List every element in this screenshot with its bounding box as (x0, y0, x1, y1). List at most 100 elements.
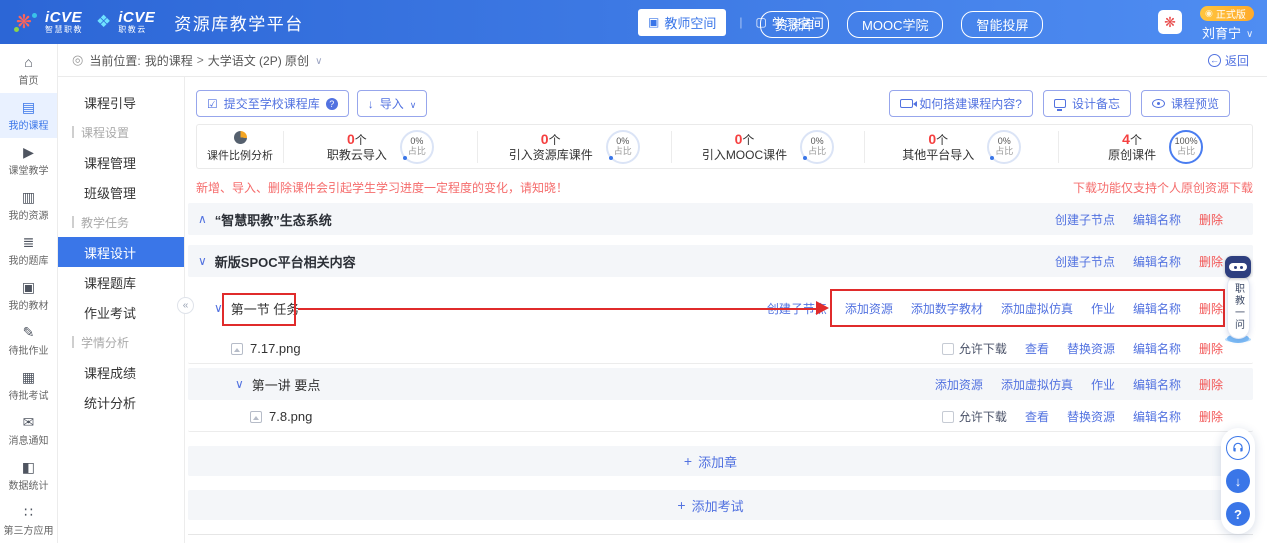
menu-item-class-management[interactable]: 班级管理 (58, 177, 184, 207)
home-icon: ⌂ (24, 55, 32, 69)
how-to-build-content-button[interactable]: 如何搭建课程内容? (889, 90, 1033, 117)
chevron-down-icon[interactable]: ∨ (214, 301, 223, 315)
back-arrow-icon (1208, 54, 1221, 67)
customer-service-button[interactable] (1226, 436, 1250, 460)
chevron-down-icon[interactable]: ∨ (198, 254, 207, 268)
delete-link[interactable]: 删除 (1199, 376, 1223, 393)
sidebar-item-my-textbooks[interactable]: ▣ 我的教材 (0, 273, 57, 318)
allow-download-checkbox[interactable]: 允许下载 (942, 408, 1007, 425)
create-child-node-link[interactable]: 创建子节点 (1055, 211, 1115, 228)
delete-link[interactable]: 删除 (1199, 300, 1223, 317)
course-preview-button[interactable]: 课程预览 (1141, 90, 1230, 117)
main-content: 提交至学校课程库 导入 如何搭建课程内容? 设计备忘 课程预览 课件比例分析 (185, 77, 1267, 543)
view-link[interactable]: 查看 (1025, 408, 1049, 425)
allow-download-checkbox[interactable]: 允许下载 (942, 340, 1007, 357)
notice-right: 下载功能仅支持个人原创资源下载 (1073, 179, 1253, 196)
row-actions: 创建子节点 添加资源 添加数字教材 添加虚拟仿真 作业 编辑名称 删除 (767, 300, 1223, 317)
sidebar-item-my-courses[interactable]: ▤ 我的课程 (0, 93, 57, 138)
zhijiao-yiwen-widget[interactable]: 职教一问 (1222, 256, 1254, 343)
delete-link[interactable]: 删除 (1199, 408, 1223, 425)
add-chapter-row[interactable]: + 添加章 (188, 446, 1253, 476)
menu-item-statistical-analysis[interactable]: 统计分析 (58, 387, 184, 417)
icve-zhihuizhijiao-brand: iCVE 智慧职教 (45, 10, 83, 34)
menu-group-teaching-tasks: 教学任务 (58, 207, 184, 237)
breadcrumb-my-courses[interactable]: 我的课程 (145, 52, 193, 69)
resource-row-717: 7.17.png 允许下载 查看 替换资源 编辑名称 删除 (188, 334, 1253, 364)
image-file-icon (231, 343, 243, 355)
sidebar-item-third-party-apps[interactable]: ∷ 第三方应用 (0, 498, 57, 543)
courseware-ratio-analysis: 课件比例分析 (197, 131, 283, 163)
chart-icon: ◧ (22, 460, 35, 474)
sidebar-item-classroom-teaching[interactable]: ▶ 课堂教学 (0, 138, 57, 183)
chevron-down-icon[interactable] (315, 53, 322, 67)
nav-teacher-space[interactable]: ▣ 教师空间 (638, 9, 726, 36)
edit-name-link[interactable]: 编辑名称 (1133, 340, 1181, 357)
add-resource-link[interactable]: 添加资源 (845, 300, 893, 317)
logo-area: iCVE 智慧职教 ❖ iCVE 职教云 资源库教学平台 (0, 10, 304, 35)
create-child-node-link[interactable]: 创建子节点 (1055, 253, 1115, 270)
stat-other-platform-import: 0个 其他平台导入 0% 占比 (865, 130, 1058, 164)
menu-item-course-guide[interactable]: 课程引导 (58, 87, 184, 117)
breadcrumb-current-course[interactable]: 大学语文 (2P) 原创 (208, 52, 309, 69)
delete-link[interactable]: 删除 (1199, 211, 1223, 228)
sidebar-collapse-handle[interactable]: « (177, 297, 194, 314)
edit-name-link[interactable]: 编辑名称 (1133, 253, 1181, 270)
user-menu[interactable]: 刘育宁 (1202, 23, 1253, 42)
help-circle-icon[interactable] (326, 98, 338, 110)
sidebar-item-pending-homework[interactable]: ✎ 待批作业 (0, 318, 57, 363)
teacher-space-icon: ▣ (648, 16, 659, 28)
add-resource-link[interactable]: 添加资源 (935, 376, 983, 393)
menu-item-course-question-bank[interactable]: 课程题库 (58, 267, 184, 297)
menu-item-homework-exam[interactable]: 作业考试 (58, 297, 184, 327)
chapter-title[interactable]: 新版SPOC平台相关内容 (215, 252, 356, 271)
edit-name-link[interactable]: 编辑名称 (1133, 408, 1181, 425)
sidebar-item-my-resources[interactable]: ▥ 我的资源 (0, 183, 57, 228)
submit-to-school-library-button[interactable]: 提交至学校课程库 (196, 90, 349, 117)
plus-icon: + (684, 453, 692, 469)
import-button[interactable]: 导入 (357, 90, 428, 117)
percent-ring: 0% 占比 (606, 130, 640, 164)
replace-resource-link[interactable]: 替换资源 (1067, 340, 1115, 357)
checkbox-icon[interactable] (942, 343, 954, 355)
sidebar-item-statistics[interactable]: ◧ 数据统计 (0, 453, 57, 498)
subsection-title[interactable]: 第一讲 要点 (252, 375, 321, 394)
mooc-academy-button[interactable]: MOOC学院 (847, 11, 943, 38)
add-exam-row[interactable]: + 添加考试 (188, 490, 1253, 520)
add-virtual-simulation-link[interactable]: 添加虚拟仿真 (1001, 300, 1073, 317)
design-memo-button[interactable]: 设计备忘 (1043, 90, 1131, 117)
checkbox-icon[interactable] (942, 411, 954, 423)
back-button[interactable]: 返回 (1208, 52, 1249, 69)
edit-name-link[interactable]: 编辑名称 (1133, 300, 1181, 317)
sidebar-item-my-question-bank[interactable]: ≣ 我的题库 (0, 228, 57, 273)
sidebar-item-notifications[interactable]: ✉ 消息通知 (0, 408, 57, 453)
sidebar-item-pending-exams[interactable]: ▦ 待批考试 (0, 363, 57, 408)
menu-item-course-grades[interactable]: 课程成绩 (58, 357, 184, 387)
add-digital-textbook-link[interactable]: 添加数字教材 (911, 300, 983, 317)
view-link[interactable]: 查看 (1025, 340, 1049, 357)
replace-resource-link[interactable]: 替换资源 (1067, 408, 1115, 425)
resource-library-button[interactable]: 资源库 (760, 11, 829, 38)
delete-link[interactable]: 删除 (1199, 253, 1223, 270)
breadcrumb-bar: 当前位置: 我的课程 > 大学语文 (2P) 原创 返回 (58, 44, 1267, 77)
edit-name-link[interactable]: 编辑名称 (1133, 376, 1181, 393)
create-child-node-link[interactable]: 创建子节点 (767, 300, 827, 317)
menu-item-course-management[interactable]: 课程管理 (58, 147, 184, 177)
help-button[interactable]: ? (1226, 502, 1250, 526)
menu-item-course-design[interactable]: 课程设计 (58, 237, 184, 267)
chevron-up-icon[interactable]: ∧ (198, 212, 207, 226)
chapter-title[interactable]: “智慧职教”生态系统 (215, 210, 332, 229)
chevron-down-icon[interactable]: ∨ (235, 377, 244, 391)
add-virtual-simulation-link[interactable]: 添加虚拟仿真 (1001, 376, 1073, 393)
homework-link[interactable]: 作业 (1091, 300, 1115, 317)
sidebar-item-home[interactable]: ⌂ 首页 (0, 48, 57, 93)
resource-title[interactable]: 7.8.png (269, 409, 312, 424)
homework-link[interactable]: 作业 (1091, 376, 1115, 393)
download-button[interactable]: ↓ (1226, 469, 1250, 493)
resource-title[interactable]: 7.17.png (250, 341, 301, 356)
edit-name-link[interactable]: 编辑名称 (1133, 211, 1181, 228)
breadcrumb-prefix: 当前位置: (89, 52, 140, 69)
delete-link[interactable]: 删除 (1199, 340, 1223, 357)
section-title[interactable]: 第一节 任务 (231, 299, 300, 318)
mini-app-logo[interactable]: ❋ (1158, 10, 1182, 34)
smart-casting-button[interactable]: 智能投屏 (961, 11, 1043, 38)
